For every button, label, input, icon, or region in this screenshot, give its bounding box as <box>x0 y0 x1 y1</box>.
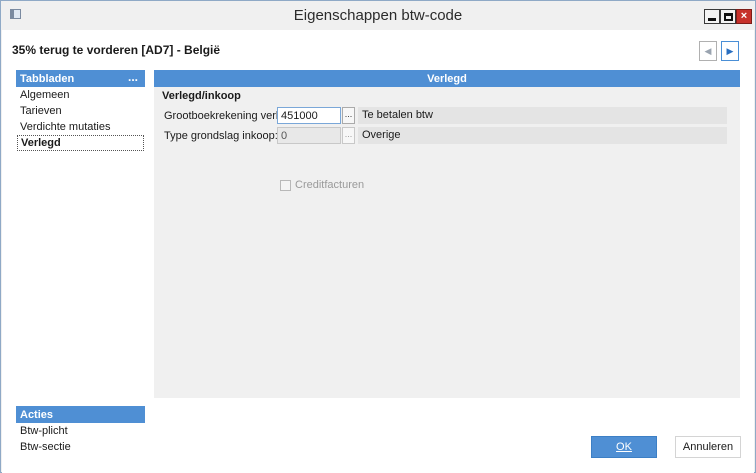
basis-type-label: Type grondslag inkoop: <box>164 130 278 142</box>
credit-invoices-checkbox[interactable] <box>280 179 291 191</box>
record-title: 35% terug te vorderen [AD7] - België <box>12 43 221 57</box>
basis-type-description: Overige <box>358 127 727 144</box>
maximize-button[interactable] <box>720 9 736 24</box>
basis-type-lookup-button[interactable]: ... <box>342 127 355 144</box>
tabs-panel-title: Tabbladen <box>20 73 75 85</box>
action-btw-sectie[interactable]: Btw-sectie <box>16 439 145 455</box>
ok-button[interactable]: OK <box>591 436 657 458</box>
ledger-account-description: Te betalen btw <box>358 107 727 124</box>
minimize-icon <box>708 17 716 21</box>
action-btw-plicht[interactable]: Btw-plicht <box>16 423 145 439</box>
actions-panel-header: Acties <box>16 406 145 423</box>
next-record-button[interactable]: ▶ <box>721 41 739 61</box>
actions-panel: Acties Btw-plicht Btw-sectie <box>16 406 145 456</box>
tab-verlegd[interactable]: Verlegd <box>17 135 144 151</box>
tab-algemeen[interactable]: Algemeen <box>16 87 145 103</box>
chevron-left-icon: ◀ <box>704 45 712 56</box>
chevron-right-icon: ▶ <box>726 45 734 56</box>
window-title: Eigenschappen btw-code <box>293 7 463 24</box>
more-options-icon[interactable]: ... <box>128 70 138 84</box>
tabs-panel-header: Tabbladen ... <box>16 70 145 87</box>
tabs-panel: Tabbladen ... Algemeen Tarieven Verdicht… <box>16 70 145 398</box>
minimize-button[interactable] <box>704 9 720 24</box>
tabs-list: Algemeen Tarieven Verdichte mutaties Ver… <box>16 87 145 398</box>
section-header: Verlegd <box>154 70 740 87</box>
ledger-account-lookup-button[interactable]: ... <box>342 107 355 124</box>
verlegd-panel: Verlegd/inkoop Grootboekrekening verlegd… <box>154 87 740 398</box>
dialog-window: Eigenschappen btw-code × 35% terug te vo… <box>0 0 756 473</box>
previous-record-button[interactable]: ◀ <box>699 41 717 61</box>
basis-type-input[interactable]: 0 <box>277 127 341 144</box>
maximize-icon <box>723 12 733 21</box>
dialog-content: 35% terug te vorderen [AD7] - België ◀ ▶… <box>2 30 754 473</box>
credit-invoices-label: Creditfacturen <box>295 179 365 191</box>
tab-verdichte-mutaties[interactable]: Verdichte mutaties <box>16 119 145 135</box>
cancel-button[interactable]: Annuleren <box>675 436 741 458</box>
credit-invoices-option[interactable]: Creditfacturen <box>280 179 364 191</box>
actions-panel-title: Acties <box>20 409 54 421</box>
close-icon: × <box>740 10 748 22</box>
group-title: Verlegd/inkoop <box>162 90 241 102</box>
ledger-account-input[interactable]: 451000 <box>277 107 341 124</box>
close-button[interactable]: × <box>736 9 752 24</box>
title-bar[interactable]: Eigenschappen btw-code × <box>1 1 755 30</box>
tab-tarieven[interactable]: Tarieven <box>16 103 145 119</box>
